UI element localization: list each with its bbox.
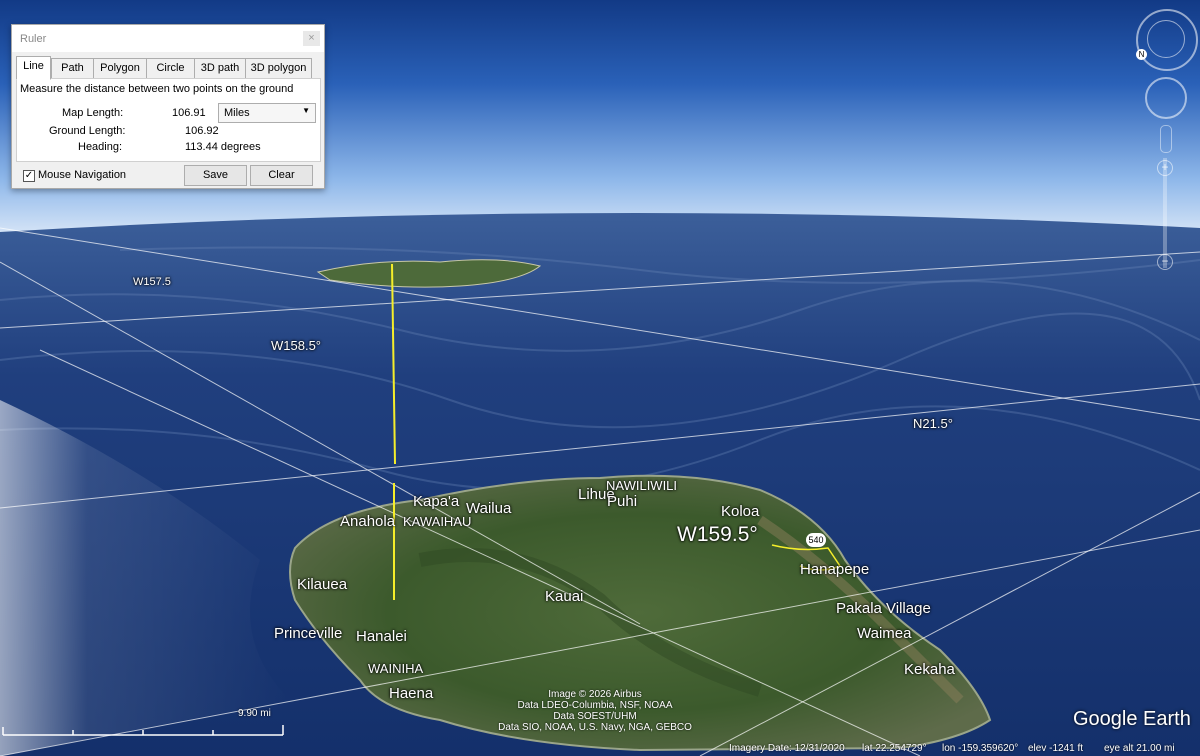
attribution-line: Data LDEO-Columbia, NSF, NOAA — [517, 700, 673, 711]
close-icon[interactable]: × — [303, 31, 320, 46]
attribution-line: Image © 2026 Airbus — [548, 689, 642, 700]
grid-label-w157-5: W157.5 — [133, 276, 171, 288]
place-kekaha[interactable]: Kekaha — [904, 661, 955, 678]
tab-line[interactable]: Line — [16, 56, 51, 80]
ground-length-value: 106.92 — [185, 125, 219, 137]
place-wailua[interactable]: Wailua — [466, 500, 511, 517]
look-joystick[interactable] — [1136, 9, 1198, 71]
move-joystick[interactable] — [1145, 77, 1187, 119]
tab-3d-polygon[interactable]: 3D polygon — [245, 58, 312, 79]
mouse-navigation-label[interactable]: Mouse Navigation — [38, 169, 126, 181]
ground-length-label: Ground Length: — [49, 125, 126, 137]
place-koloa[interactable]: Koloa — [721, 503, 759, 520]
grid-label-w159-5: W159.5° — [677, 523, 758, 546]
imagery-attribution: Image © 2026 Airbus Data LDEO-Columbia, … — [490, 689, 700, 733]
google-earth-logo: Google Earth — [1073, 708, 1191, 730]
ruler-titlebar[interactable]: Ruler × — [12, 25, 324, 52]
place-wainiha[interactable]: WAINIHA — [368, 661, 423, 676]
place-pakala-village[interactable]: Pakala Village — [836, 600, 931, 617]
clear-button[interactable]: Clear — [250, 165, 313, 186]
tab-circle[interactable]: Circle — [146, 58, 195, 79]
longitude-readout: lon -159.359620° — [942, 743, 1019, 754]
place-kauai[interactable]: Kauai — [545, 588, 583, 605]
attribution-line: Data SOEST/UHM — [553, 711, 637, 722]
place-haena[interactable]: Haena — [389, 685, 433, 702]
compass-north-icon[interactable]: N — [1136, 49, 1147, 60]
place-princeville[interactable]: Princeville — [274, 625, 342, 642]
status-bar: Imagery Date: 12/31/2020 lat 22.254729° … — [720, 742, 1200, 756]
place-anahola[interactable]: Anahola — [340, 513, 395, 530]
place-waimea[interactable]: Waimea — [857, 625, 911, 642]
heading-value: 113.44 degrees — [185, 141, 261, 153]
place-kapaa[interactable]: Kapa'a — [413, 493, 459, 510]
place-hanalei[interactable]: Hanalei — [356, 628, 407, 645]
imagery-date: Imagery Date: 12/31/2020 — [729, 743, 845, 754]
scale-label: 9.90 mi — [238, 708, 271, 719]
tab-path[interactable]: Path — [51, 58, 94, 79]
grid-label-w158-5: W158.5° — [271, 338, 322, 353]
zoom-out-icon[interactable]: − — [1157, 254, 1173, 270]
latitude-readout: lat 22.254729° — [862, 743, 927, 754]
map-length-label: Map Length: — [62, 107, 124, 119]
save-button[interactable]: Save — [184, 165, 247, 186]
ruler-dialog: Ruler × Line Path Polygon Circle 3D path… — [11, 24, 325, 189]
place-nawiliwili[interactable]: NAWILIWILI — [606, 478, 677, 493]
place-hanapepe[interactable]: Hanapepe — [800, 561, 869, 578]
place-kilauea[interactable]: Kilauea — [297, 576, 347, 593]
ruler-title: Ruler — [20, 33, 47, 45]
map-length-value: 106.91 — [172, 107, 206, 119]
attribution-line: Data SIO, NOAA, U.S. Navy, NGA, GEBCO — [498, 722, 692, 733]
units-dropdown[interactable]: Miles ▼ — [218, 103, 316, 123]
look-joystick-inner[interactable] — [1147, 20, 1185, 58]
chevron-down-icon: ▼ — [302, 106, 310, 115]
grid-label-n21-5: N21.5° — [913, 416, 953, 431]
place-kawaihau[interactable]: KAWAIHAU — [403, 514, 471, 529]
elevation-readout: elev -1241 ft — [1028, 743, 1084, 754]
tab-polygon[interactable]: Polygon — [93, 58, 147, 79]
tab-3d-path[interactable]: 3D path — [194, 58, 246, 79]
heading-label: Heading: — [78, 141, 123, 153]
road-shield-540: 540 — [806, 533, 826, 547]
mouse-navigation-checkbox[interactable]: ✓ — [23, 170, 35, 182]
units-selected: Miles — [224, 107, 250, 119]
street-view-pegman-icon[interactable] — [1160, 125, 1172, 153]
eye-altitude-readout: eye alt 21.00 mi — [1104, 743, 1175, 754]
ruler-description: Measure the distance between two points … — [20, 83, 294, 95]
zoom-in-icon[interactable]: + — [1157, 160, 1173, 176]
place-puhi[interactable]: Puhi — [607, 493, 637, 510]
